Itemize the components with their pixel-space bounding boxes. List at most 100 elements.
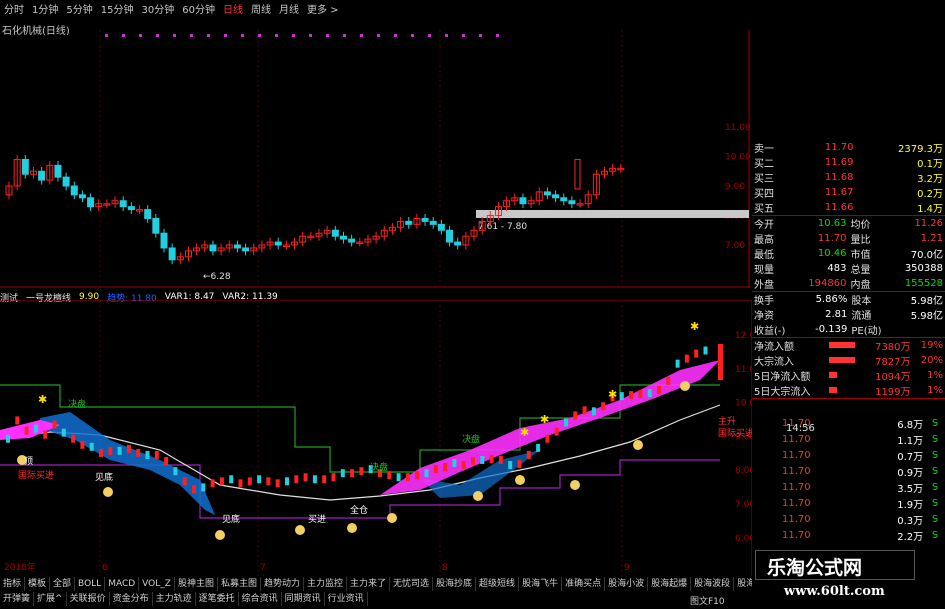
indicator-candle <box>275 479 280 488</box>
tick-side: S <box>931 417 939 429</box>
indicator-tab[interactable]: 准确买点 <box>562 577 606 591</box>
indicator-candle <box>433 465 438 474</box>
info-tab[interactable]: 开弹簧 <box>0 592 35 606</box>
indicator-candle <box>99 448 103 457</box>
period-tab[interactable]: 15分钟 <box>97 1 138 16</box>
indicator-tab[interactable]: 全部 <box>50 577 76 591</box>
info-tab[interactable]: 资金分布 <box>110 592 153 606</box>
indicator-tab[interactable]: 私募主图 <box>218 577 261 591</box>
indicator-tab[interactable]: 股海飞牛 <box>519 577 563 591</box>
tick-side: S <box>931 465 939 477</box>
indicator-tab[interactable]: 股海波段 <box>691 577 735 591</box>
indicator-tab[interactable]: 股神主图 <box>175 577 218 591</box>
period-tab[interactable]: 更多 > <box>303 1 343 16</box>
indicator-tab[interactable]: 模板 <box>25 577 51 591</box>
period-tab[interactable]: 1分钟 <box>28 1 62 16</box>
candle-body <box>454 241 462 246</box>
info-tab[interactable]: 主力轨迹 <box>153 592 196 606</box>
indicator-tab[interactable]: 股海起爆 <box>648 577 692 591</box>
label-buy-right: 国际买进 <box>718 428 752 439</box>
signal-runner-icon: ✱ <box>690 320 699 333</box>
label-buy-in: 买进 <box>308 514 326 525</box>
order-label: 买五 <box>754 204 774 215</box>
main-candlestick-chart[interactable]: 11.0010.009.008.007.007.61 - 7.80←6.28 <box>0 30 750 288</box>
indicator-tab[interactable]: 趋势动力 <box>261 577 304 591</box>
stat-label: 最低 <box>754 250 774 261</box>
indicator-candle <box>108 446 113 455</box>
flow-table: 净流入额 7380万 19% 大宗流入 7827万 20% 5日净流入额 1094万 1% 5日大… <box>752 337 945 398</box>
period-tab[interactable]: 日线 <box>219 1 247 16</box>
indicator-candle <box>322 475 327 484</box>
marker-dot <box>377 34 380 37</box>
price-axis-label: 7.00 <box>725 241 745 251</box>
indicator-tab[interactable]: MACD <box>105 577 140 591</box>
indicator-tab[interactable]: VOL_Z <box>139 577 175 591</box>
indicator-axis-label: 7.00 <box>735 500 752 510</box>
date-axis-label: 2018年 <box>4 561 36 573</box>
indicator-tab[interactable]: 主力来了 <box>347 577 391 591</box>
stat-value: 10.63 <box>817 218 847 229</box>
stat-label: 换手 <box>754 296 774 307</box>
marker-dot <box>292 34 295 37</box>
period-tab[interactable]: 分时 <box>0 1 28 16</box>
indicator-candle <box>164 457 169 466</box>
info-tab[interactable]: 行业资讯 <box>325 592 368 606</box>
stats-row: 收益(-) -0.139 PE(动) <box>752 322 945 337</box>
indicator-candle <box>331 473 336 482</box>
indicator-candle <box>294 475 299 484</box>
stat-label: 现量 <box>754 265 774 276</box>
indicator-candle <box>52 420 57 429</box>
indicator-tab[interactable]: 超级短线 <box>476 577 520 591</box>
stats-row: 最低 10.46 市值 70.0亿 <box>752 246 945 261</box>
period-tab[interactable]: 60分钟 <box>178 1 219 16</box>
indicator-tab[interactable]: BOLL <box>75 577 106 591</box>
money-bag-icon <box>103 487 113 497</box>
marker-dot <box>479 34 482 37</box>
indicator-tab[interactable]: 指标 <box>0 577 26 591</box>
tick-volume: 0.7万 <box>897 451 924 463</box>
info-tab[interactable]: 逐笔委托 <box>196 592 239 606</box>
stats-table-2: 换手 5.86% 股本 5.98亿 净资 2.81 流通 5.98亿 收益(-) -0.139 PE… <box>752 291 945 337</box>
indicator-tabs: 指标 模板 全部 BOLL MACD VOL_Z 股神主图 私募主图 趋势动力 主力监控 主力来了无… <box>0 577 803 591</box>
indicator-candle <box>526 450 531 459</box>
candle-body <box>519 197 527 205</box>
indicator-candle <box>182 477 187 486</box>
candle-body <box>87 197 95 208</box>
period-tab[interactable]: 周线 <box>247 1 275 16</box>
stat-label: 净资 <box>754 311 774 322</box>
indicator-tab[interactable]: 股海小波 <box>605 577 649 591</box>
period-tab[interactable]: 月线 <box>275 1 303 16</box>
period-tab[interactable]: 5分钟 <box>62 1 96 16</box>
indicator-candle <box>126 444 131 453</box>
flow-pct: 1% <box>927 370 943 381</box>
indicator-tab[interactable]: 无忧司选 <box>390 577 434 591</box>
tick-row: 11.70 0.7万 S <box>752 447 945 463</box>
signal-runner-icon: ✱ <box>38 393 47 406</box>
indicator-axis-label: 11.00 <box>735 365 752 375</box>
tick-price: 11.70 <box>782 481 811 493</box>
f10-corner[interactable]: 图文F10 <box>690 594 725 607</box>
stat-label: 收益(-) <box>754 326 786 337</box>
candle-body <box>339 235 347 240</box>
info-tab[interactable]: 综合资讯 <box>239 592 282 606</box>
tick-price: 11.70 <box>782 465 811 477</box>
indicator-candle <box>619 392 624 401</box>
indicator-chart[interactable]: 12.0011.0010.009.008.007.006.002018年6789… <box>0 300 752 576</box>
indicator-candle <box>117 446 122 455</box>
flow-row: 大宗流入 7827万 20% <box>752 353 945 368</box>
info-tab[interactable]: 扩展^ <box>34 592 67 606</box>
indicator-candle <box>303 473 308 482</box>
stat-value: 194860 <box>808 278 847 289</box>
period-tab[interactable]: 30分钟 <box>137 1 178 16</box>
money-bag-icon <box>680 381 690 391</box>
indicator-tab[interactable]: 股海抄底 <box>433 577 477 591</box>
tick-time: 14:56 <box>786 423 815 434</box>
info-tab[interactable]: 同期资讯 <box>282 592 325 606</box>
tick-volume: 1.1万 <box>897 435 924 447</box>
stat-value: 5.86% <box>815 294 848 305</box>
info-tab[interactable]: 关联报价 <box>67 592 110 606</box>
indicator-tab[interactable]: 主力监控 <box>304 577 347 591</box>
indicator-candle <box>257 475 262 484</box>
label-main-rise: 主升 <box>718 415 736 427</box>
stats-row: 今开 10.63 均价 11.26 <box>752 216 945 231</box>
